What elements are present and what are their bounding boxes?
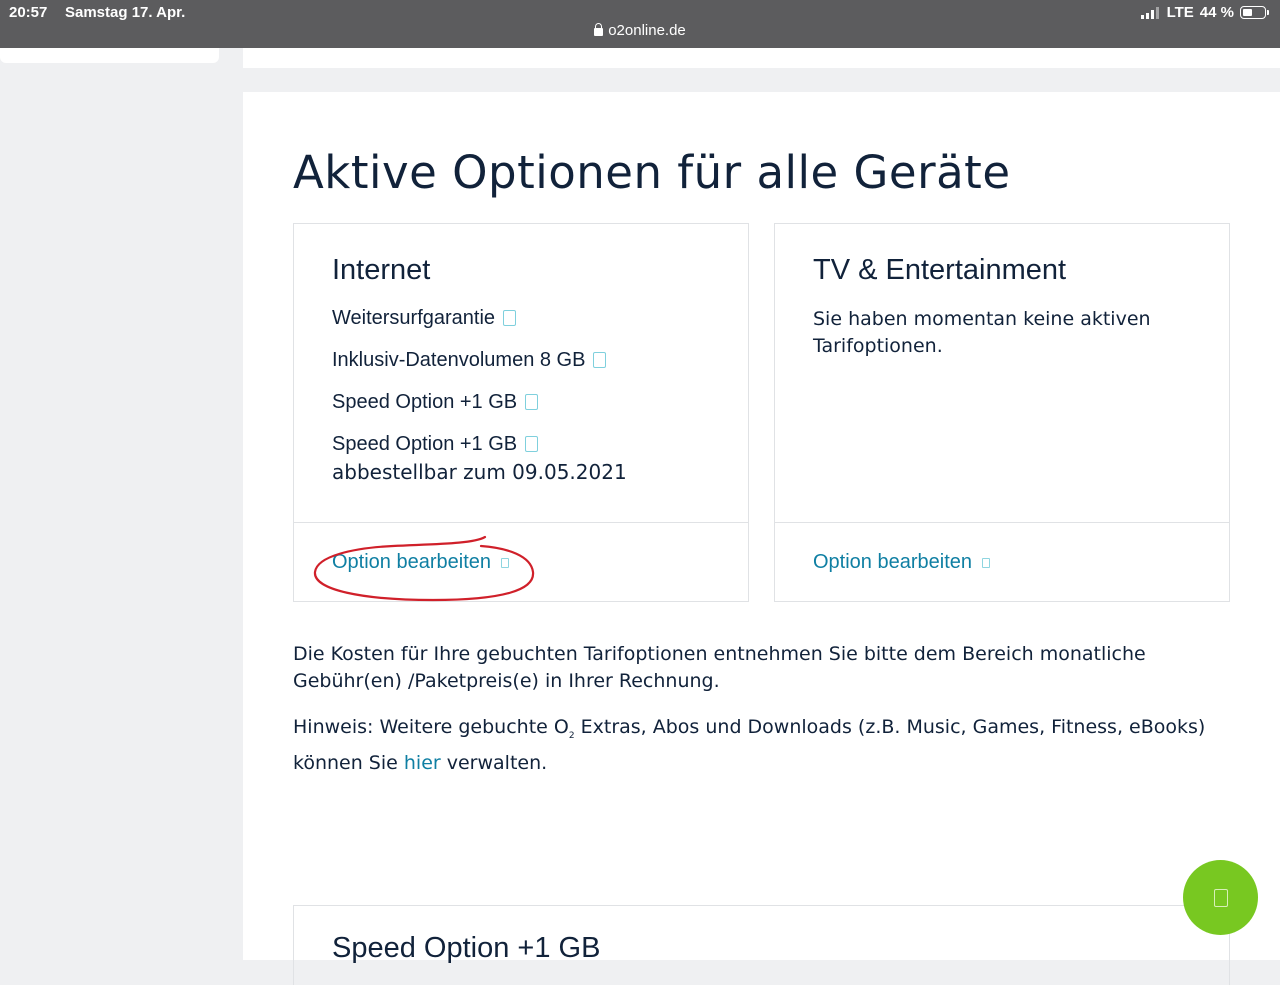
chevron-right-icon — [982, 558, 991, 568]
option-label: Speed Option +1 GB — [332, 391, 518, 413]
internet-card-title: Internet — [332, 254, 431, 286]
chat-button[interactable] — [1183, 860, 1258, 935]
option-item: Speed Option +1 GB abbestellbar zum 09.0… — [332, 432, 627, 484]
info-icon[interactable] — [525, 436, 539, 452]
chat-icon — [1213, 888, 1228, 907]
left-panel-fragment — [0, 48, 219, 63]
top-content-strip — [243, 48, 1280, 68]
speed-option-card-title: Speed Option +1 GB — [332, 932, 601, 964]
main-content: Aktive Optionen für alle Geräte Internet… — [243, 92, 1280, 985]
hint-text: Hinweis: Weitere gebuchte O2 Extras, Abo… — [293, 714, 1223, 777]
cancellation-note: abbestellbar zum 09.05.2021 — [332, 460, 627, 484]
info-icon[interactable] — [503, 310, 517, 326]
status-indicators: LTE 44 % — [1140, 4, 1269, 21]
network-label: LTE — [1166, 4, 1194, 21]
status-date: Samstag 17. Apr. — [65, 4, 186, 21]
status-time: 20:57 — [9, 4, 48, 21]
option-label: Speed Option +1 GB — [332, 433, 518, 455]
battery-icon — [1240, 6, 1269, 19]
info-icon[interactable] — [593, 352, 607, 368]
option-item: Speed Option +1 GB — [332, 390, 627, 414]
page-title: Aktive Optionen für alle Geräte — [293, 146, 1011, 199]
internet-option-list: Weitersurfgarantie Inklusiv-Datenvolumen… — [332, 306, 627, 502]
option-item: Weitersurfgarantie — [332, 306, 627, 330]
option-label: Weitersurfgarantie — [332, 307, 496, 329]
option-label: Inklusiv-Datenvolumen 8 GB — [332, 349, 586, 371]
status-bar: 20:57 Samstag 17. Apr. LTE 44 % o2online… — [0, 0, 1280, 48]
battery-label: 44 % — [1199, 4, 1234, 21]
costs-info-text: Die Kosten für Ihre gebuchten Tarifoptio… — [293, 643, 1146, 692]
annotation-circle — [313, 535, 535, 602]
option-item: Inklusiv-Datenvolumen 8 GB — [332, 348, 627, 372]
tv-entertainment-card: TV & Entertainment Sie haben momentan ke… — [774, 223, 1230, 602]
signal-icon — [1140, 6, 1159, 19]
speed-option-card: Speed Option +1 GB — [293, 905, 1230, 985]
edit-option-label: Option bearbeiten — [813, 551, 973, 573]
card-divider — [294, 522, 748, 523]
info-icon[interactable] — [525, 394, 539, 410]
edit-option-link-tv[interactable]: Option bearbeiten — [813, 551, 991, 574]
lock-icon — [594, 23, 604, 36]
url-bar[interactable]: o2online.de — [0, 22, 1280, 39]
url-text: o2online.de — [608, 22, 686, 39]
tv-card-title: TV & Entertainment — [813, 254, 1067, 286]
manage-here-link[interactable]: hier — [404, 752, 441, 774]
no-options-text: Sie haben momentan keine aktiven Tarifop… — [813, 308, 1151, 357]
card-divider — [775, 522, 1229, 523]
hint-text-part: Hinweis: Weitere gebuchte O — [293, 716, 569, 738]
hint-text-part: verwalten. — [440, 751, 548, 774]
